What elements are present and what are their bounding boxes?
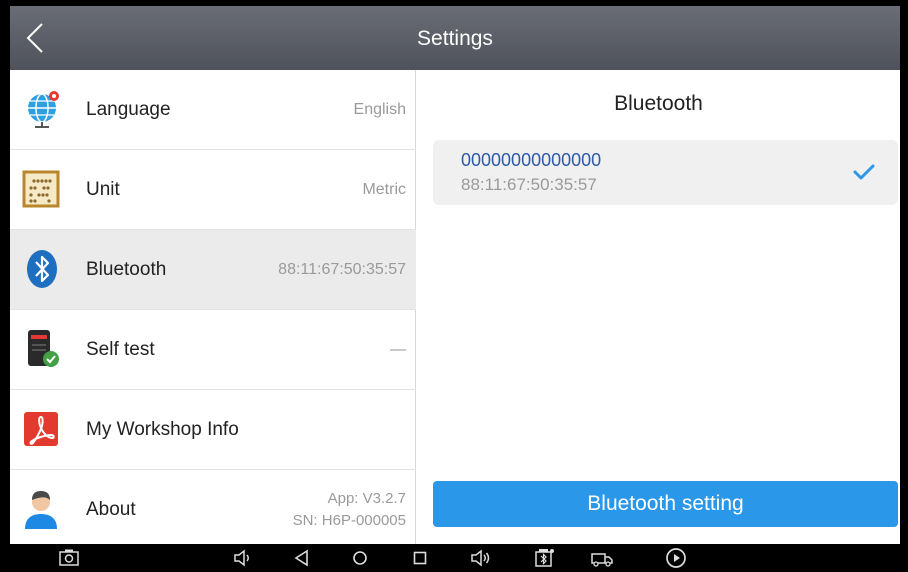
menu-item-language[interactable]: Language English — [10, 70, 416, 150]
title-bar: Settings — [10, 6, 900, 70]
recent-apps-icon[interactable] — [408, 546, 432, 570]
globe-icon — [22, 88, 64, 130]
menu-item-workshop-info[interactable]: My Workshop Info — [10, 390, 416, 470]
bluetooth-panel: Bluetooth 00000000000000 88:11:67:50:35:… — [417, 70, 900, 544]
user-icon — [22, 488, 64, 530]
system-nav-bar — [10, 544, 900, 572]
menu-label: My Workshop Info — [86, 419, 239, 440]
volume-up-icon[interactable] — [468, 546, 492, 570]
menu-value: 88:11:67:50:35:57 — [278, 261, 406, 278]
page-title: Settings — [417, 27, 493, 50]
back-triangle-icon[interactable] — [290, 546, 314, 570]
menu-value: App: V3.2.7 SN: H6P-000005 — [293, 488, 406, 532]
bluetooth-setting-button[interactable]: Bluetooth setting — [433, 481, 898, 527]
device-address: 88:11:67:50:35:57 — [461, 175, 597, 194]
menu-item-unit[interactable]: Unit Metric — [10, 150, 416, 230]
self-test-icon — [22, 328, 64, 370]
app-version: App: V3.2.7 — [327, 490, 406, 507]
menu-label: Language — [86, 99, 171, 120]
menu-label: Bluetooth — [86, 259, 167, 280]
menu-value: — — [390, 341, 406, 358]
settings-menu: Language English Unit Metric Bluetooth 8… — [10, 70, 416, 544]
app-screen: Settings Language English Unit Metric Bl… — [10, 6, 900, 572]
truck-icon[interactable] — [590, 546, 614, 570]
menu-item-about[interactable]: About App: V3.2.7 SN: H6P-000005 — [10, 470, 416, 550]
menu-label: Self test — [86, 339, 155, 360]
menu-value: English — [353, 101, 406, 118]
vci-icon[interactable] — [532, 546, 556, 570]
bluetooth-icon — [22, 248, 64, 290]
pdf-icon — [22, 408, 64, 450]
bluetooth-device-item[interactable]: 00000000000000 88:11:67:50:35:57 — [433, 140, 898, 205]
volume-down-icon[interactable] — [230, 546, 254, 570]
serial-number: SN: H6P-000005 — [292, 512, 406, 529]
menu-value: Metric — [362, 181, 406, 198]
menu-label: About — [86, 499, 136, 520]
checkmark-icon — [853, 164, 875, 180]
menu-item-self-test[interactable]: Self test — — [10, 310, 416, 390]
home-circle-icon[interactable] — [348, 546, 372, 570]
screenshot-icon[interactable] — [57, 546, 81, 570]
menu-label: Unit — [86, 179, 120, 200]
menu-item-bluetooth[interactable]: Bluetooth 88:11:67:50:35:57 — [10, 230, 416, 310]
abacus-icon — [22, 168, 64, 210]
device-name: 00000000000000 — [461, 150, 602, 170]
panel-title: Bluetooth — [614, 92, 703, 115]
play-icon[interactable] — [664, 546, 688, 570]
